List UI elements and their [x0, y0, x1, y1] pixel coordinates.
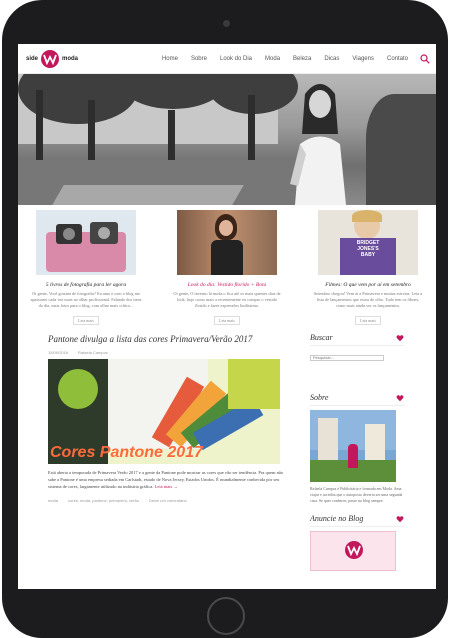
site-logo[interactable]: side moda — [26, 49, 78, 69]
main-nav: Home Sobre Look do Dia Moda Beleza Dicas… — [149, 53, 430, 64]
post-category[interactable]: moda — [48, 498, 58, 503]
hero-banner-image — [18, 74, 436, 205]
post-comments-link[interactable]: Deixe um comentário — [149, 498, 187, 503]
post-meta: 15/09/2016 Rafaela Campos — [48, 350, 288, 355]
camera-icon — [223, 20, 230, 27]
poster-text: BABY — [360, 252, 376, 258]
read-more-link[interactable]: Leia mais → — [155, 484, 178, 489]
look-photo[interactable] — [177, 210, 277, 275]
logo-text-left: side — [26, 55, 39, 62]
ad-banner[interactable] — [310, 531, 396, 571]
featured-title[interactable]: Filmes: O que vem por aí em setembro — [308, 282, 428, 288]
heart-icon — [396, 394, 404, 401]
nav-contato[interactable]: Contato — [387, 56, 408, 62]
hero-woman-image — [290, 84, 346, 205]
nav-dicas[interactable]: Dicas — [324, 56, 339, 62]
ad-widget-title: Anuncie no Blog — [310, 514, 404, 527]
post-tags[interactable]: cores, moda, pantone, primavera, verão — [68, 498, 139, 503]
post-author[interactable]: Rafaela Campos — [78, 350, 108, 355]
about-title: Sobre — [310, 393, 329, 402]
nav-moda[interactable]: Moda — [265, 56, 280, 62]
search-title: Buscar — [310, 333, 333, 342]
main-column: Pantone divulga a lista das cores Primav… — [26, 326, 288, 571]
heart-icon — [396, 334, 404, 341]
featured-post-1[interactable]: 5 livros de fotografia para ler agora Oi… — [26, 210, 146, 326]
featured-excerpt: Oi gente, Você gostam de fotografia? Eu … — [30, 291, 142, 308]
post-date[interactable]: 15/09/2016 — [48, 350, 68, 355]
browser-screen: side moda Home Sobre Look do Dia Moda Be… — [18, 44, 436, 589]
heart-icon — [396, 515, 404, 522]
featured-excerpt: Oi gente, O inverno lá moda o fica até o… — [173, 291, 281, 308]
read-more-button[interactable]: Leia mais — [355, 316, 381, 325]
about-photo[interactable] — [310, 410, 396, 482]
nav-look-do-dia[interactable]: Look do Dia — [220, 56, 252, 62]
post-featured-image[interactable]: Cores Pantone 2017 — [48, 359, 280, 464]
about-widget-title: Sobre — [310, 393, 404, 406]
ad-title: Anuncie no Blog — [310, 514, 364, 523]
post-excerpt: Está aberta a temporada de Primavera Ver… — [48, 469, 288, 490]
search-widget-title: Buscar — [310, 333, 404, 346]
logo-w-icon — [345, 541, 363, 559]
featured-title[interactable]: 5 livros de fotografia para ler agora — [26, 282, 146, 288]
tablet-frame: side moda Home Sobre Look do Dia Moda Be… — [2, 0, 448, 638]
camera-photo[interactable] — [36, 210, 136, 275]
nav-viagens[interactable]: Viagens — [352, 56, 374, 62]
sidebar: Buscar Sobre — [310, 326, 404, 571]
about-text: Rafaela Campos é Publicitária e formada … — [310, 486, 403, 503]
search-icon[interactable] — [420, 53, 430, 64]
nav-sobre[interactable]: Sobre — [191, 56, 207, 62]
read-more-button[interactable]: Leia mais — [214, 316, 240, 325]
logo-w-icon — [41, 49, 60, 68]
read-more-button[interactable]: Leia mais — [73, 316, 99, 325]
post-image-caption: Cores Pantone 2017 — [50, 444, 203, 461]
post-footer: moda cores, moda, pantone, primavera, ve… — [48, 498, 288, 503]
sidebar-search-input[interactable] — [310, 354, 384, 361]
featured-title[interactable]: Look do dia: Vestido florido + Bota — [167, 282, 287, 288]
featured-posts: 5 livros de fotografia para ler agora Oi… — [18, 205, 436, 326]
content-area: Pantone divulga a lista das cores Primav… — [18, 326, 436, 571]
featured-post-3[interactable]: BRIDGET JONES'S BABY Filmes: O que vem p… — [308, 210, 428, 326]
featured-excerpt: Setembro chegou! Vem ai a Primavera e mu… — [313, 291, 423, 308]
nav-beleza[interactable]: Beleza — [293, 56, 311, 62]
home-button[interactable] — [207, 597, 245, 635]
featured-post-2[interactable]: Look do dia: Vestido florido + Bota Oi g… — [167, 210, 287, 326]
site-header: side moda Home Sobre Look do Dia Moda Be… — [18, 44, 436, 74]
logo-text-right: moda — [62, 55, 79, 62]
movie-poster[interactable]: BRIDGET JONES'S BABY — [318, 210, 418, 275]
nav-home[interactable]: Home — [162, 56, 178, 62]
post-title[interactable]: Pantone divulga a lista das cores Primav… — [48, 334, 288, 344]
